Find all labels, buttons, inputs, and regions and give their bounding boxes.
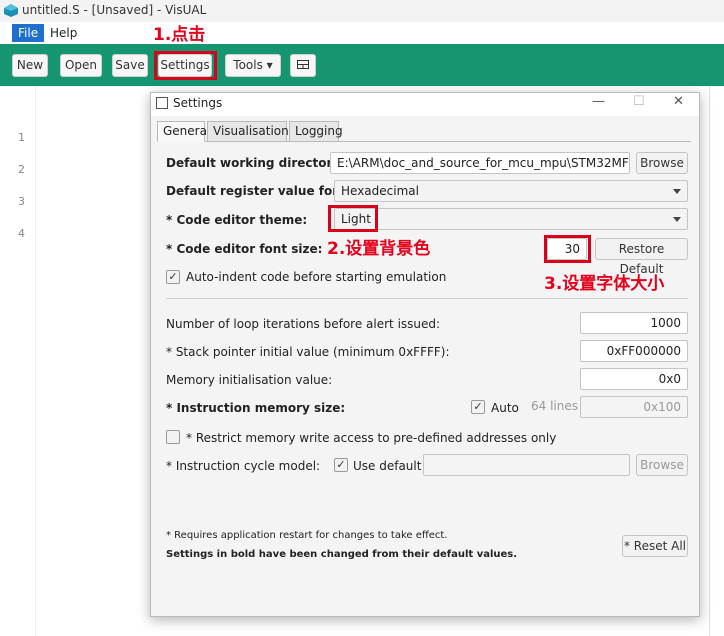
restore-default-button[interactable]: Restore Default [595, 238, 688, 276]
theme-label: * Code editor theme: [166, 213, 308, 227]
split-view-icon [297, 60, 309, 69]
restrict-memory-checkbox[interactable] [166, 430, 180, 444]
loop-iterations-label: Number of loop iterations before alert i… [166, 317, 441, 331]
restrict-memory-label: * Restrict memory write access to pre-de… [186, 431, 557, 445]
tools-label: Tools [233, 58, 263, 72]
check-icon: ✓ [473, 400, 483, 413]
cycle-model-input[interactable] [423, 454, 630, 476]
split-view-button[interactable] [290, 54, 316, 77]
editor-right-border [709, 86, 710, 636]
theme-select[interactable]: Light [334, 208, 688, 230]
working-dir-browse-button[interactable]: Browse [636, 152, 688, 174]
toolbar [0, 44, 724, 86]
line-number: 4 [18, 227, 25, 240]
theme-highlight-box [328, 205, 378, 232]
line-number: 3 [18, 195, 25, 208]
font-size-highlight-box [544, 235, 591, 263]
tab-visualisations[interactable]: Visualisations [207, 121, 295, 142]
tools-dropdown-button[interactable]: Tools ▾ [225, 54, 281, 77]
menubar [0, 22, 724, 44]
app-icon [4, 4, 18, 17]
stack-pointer-input[interactable]: 0xFF000000 [580, 340, 688, 362]
dialog-titlebar [150, 92, 700, 116]
line-number: 2 [18, 163, 25, 176]
menu-file[interactable]: File [12, 24, 45, 42]
window-title: untitled.S - [Unsaved] - VisUAL [22, 3, 207, 17]
stack-pointer-label: * Stack pointer initial value (minimum 0… [166, 345, 450, 359]
register-format-select[interactable]: Hexadecimal [334, 180, 688, 202]
settings-window-icon [156, 97, 168, 109]
chevron-down-icon [673, 217, 681, 222]
annotation-step2: 2.设置背景色 [327, 239, 431, 259]
chevron-down-icon: ▾ [266, 58, 273, 72]
new-button[interactable]: New [12, 54, 48, 77]
instruction-auto-checkbox[interactable]: ✓ [471, 400, 485, 414]
save-button[interactable]: Save [112, 54, 148, 77]
memory-init-input[interactable]: 0x0 [580, 368, 688, 390]
menu-help[interactable]: Help [44, 24, 83, 42]
use-default-checkbox[interactable]: ✓ [334, 458, 348, 472]
section-divider [166, 298, 688, 299]
cycle-model-browse-button[interactable]: Browse [636, 454, 688, 476]
loop-iterations-input[interactable]: 1000 [580, 312, 688, 334]
instruction-lines-label: 64 lines [531, 399, 578, 413]
annotation-step3: 3.设置字体大小 [544, 274, 665, 294]
working-dir-input[interactable]: E:\ARM\doc_and_source_for_mcu_mpu\STM32M… [330, 152, 630, 174]
auto-indent-checkbox[interactable]: ✓ [166, 270, 180, 284]
check-icon: ✓ [336, 458, 346, 471]
annotation-step1: 1.点击 [153, 25, 206, 45]
auto-indent-label: Auto-indent code before starting emulati… [186, 270, 447, 284]
chevron-down-icon [673, 189, 681, 194]
tab-general[interactable]: General [157, 121, 210, 142]
instruction-memory-label: * Instruction memory size: [166, 401, 346, 415]
settings-highlight-box [154, 51, 217, 80]
open-button[interactable]: Open [60, 54, 102, 77]
cycle-model-label: * Instruction cycle model: [166, 459, 321, 473]
instruction-memory-input[interactable]: 0x100 [580, 396, 688, 418]
close-button[interactable]: ✕ [673, 94, 684, 109]
reset-all-button[interactable]: * Reset All [622, 535, 688, 557]
maximize-button[interactable]: ☐ [633, 94, 645, 109]
bold-footnote: Settings in bold have been changed from … [166, 549, 518, 560]
font-size-label: * Code editor font size: [166, 242, 323, 256]
memory-init-label: Memory initialisation value: [166, 373, 333, 387]
dialog-title: Settings [173, 96, 223, 110]
tab-logging[interactable]: Logging [289, 121, 343, 142]
minimize-button[interactable]: — [592, 94, 605, 109]
instruction-auto-label: Auto [491, 401, 519, 415]
use-default-label: Use default [353, 459, 422, 473]
restart-footnote: * Requires application restart for chang… [166, 530, 448, 541]
register-format-value: Hexadecimal [341, 184, 419, 198]
check-icon: ✓ [168, 270, 178, 283]
line-number: 1 [18, 131, 25, 144]
working-dir-label: Default working directory: [166, 156, 346, 170]
